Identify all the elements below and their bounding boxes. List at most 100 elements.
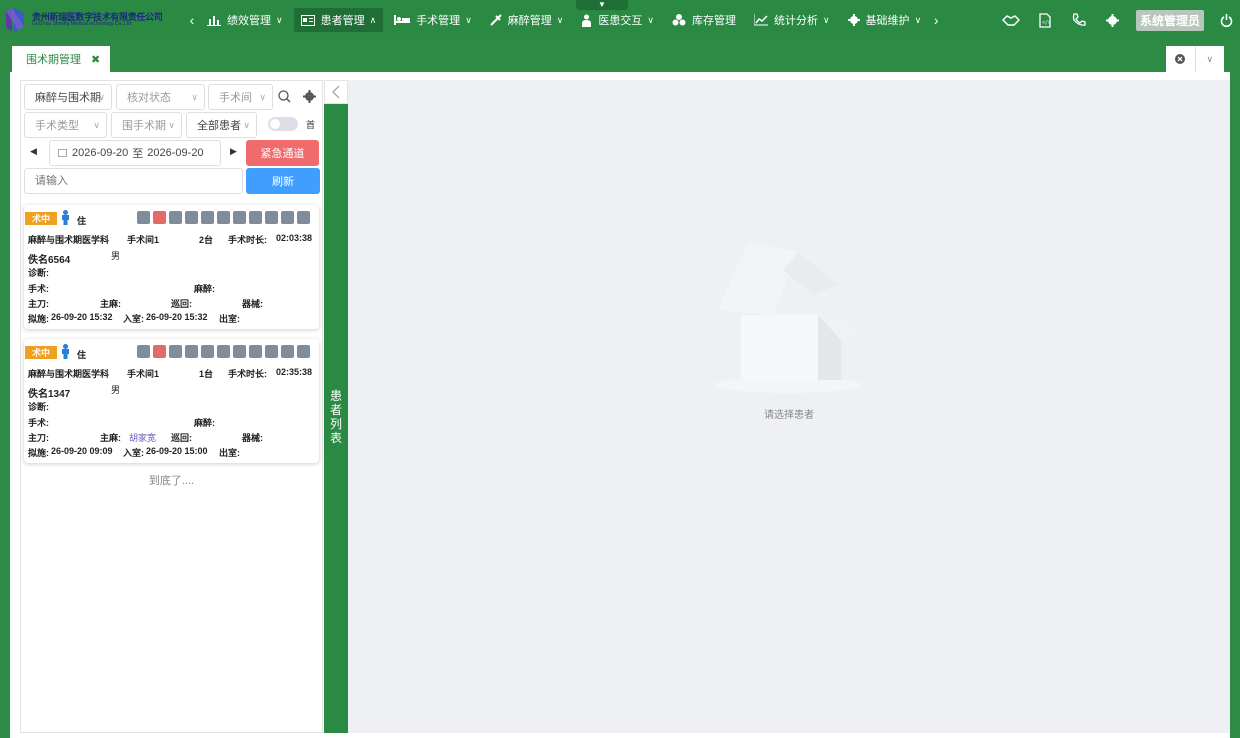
room-select[interactable]: 手术间 ∨: [208, 84, 273, 110]
chevron-down-icon: ∨: [276, 14, 283, 25]
nav-item-basic-maintenance[interactable]: 基础维护 ∨: [841, 8, 929, 32]
nav-item-patients[interactable]: 患者管理 ∧: [293, 8, 384, 32]
filter-settings-icon[interactable]: [303, 90, 316, 106]
scalpel-icon[interactable]: [249, 345, 262, 358]
patient-info-icon[interactable]: [137, 211, 150, 224]
power-icon[interactable]: [1212, 13, 1240, 27]
umbrella-icon[interactable]: [233, 345, 246, 358]
nav-item-surgery[interactable]: 手术管理 ∨: [387, 8, 479, 32]
patient-info-icon[interactable]: [137, 345, 150, 358]
radiation-icon[interactable]: [185, 211, 198, 224]
surgery-label: 手术:: [28, 284, 49, 294]
nav-item-label: 绩效管理: [227, 15, 271, 27]
chevron-down-icon: ∨: [259, 92, 266, 102]
chevron-down-icon: ∨: [243, 120, 250, 130]
in-room-time: 26-09-20 15:32: [146, 312, 208, 322]
chevron-down-icon: ∨: [465, 14, 472, 25]
scalpel-icon[interactable]: [249, 211, 262, 224]
id-card-icon: [300, 14, 315, 26]
empty-state-text: 请选择患者: [764, 410, 814, 421]
periop-select[interactable]: 围手术期 ∨: [111, 112, 182, 138]
timer-icon[interactable]: [217, 211, 230, 224]
anesthetist-name[interactable]: 胡家宽: [129, 431, 156, 444]
nav-item-performance[interactable]: 绩效管理 ∨: [200, 8, 290, 32]
dept-text: 麻醉与围术期医学科: [28, 369, 110, 379]
periop-placeholder: 围手术期: [122, 120, 166, 132]
status-icons: [137, 211, 313, 224]
nav-item-inventory[interactable]: 库存管理: [665, 8, 743, 32]
anesthesia-label: 麻醉:: [194, 418, 215, 428]
recovery-icon[interactable]: [297, 211, 310, 224]
transfer-icon[interactable]: [281, 345, 294, 358]
umbrella-icon[interactable]: [233, 211, 246, 224]
nav-scroll-left-icon[interactable]: ‹: [186, 12, 198, 28]
tabs-dropdown-icon[interactable]: ∨: [1194, 46, 1225, 72]
handshake-icon[interactable]: [994, 14, 1028, 26]
circulating-label: 巡回:: [171, 299, 192, 309]
alert-record-icon[interactable]: [153, 211, 166, 224]
instruments-icon[interactable]: [265, 345, 278, 358]
bed-status-icon[interactable]: [169, 345, 182, 358]
patient-card[interactable]: 术中 住 麻醉与围术期医学科 手术间1 1台 手术时长: 02:35:38 佚名…: [24, 339, 319, 463]
inpatient-label: 住: [77, 350, 87, 360]
patient-list-side-bar[interactable]: 患者列表: [324, 104, 348, 733]
all-patients-value: 全部患者: [197, 120, 241, 132]
recovery-icon[interactable]: [297, 345, 310, 358]
nav-item-anesthesia[interactable]: 麻醉管理 ∨: [483, 8, 571, 32]
first-case-toggle[interactable]: [268, 117, 298, 131]
nav-item-label: 手术管理: [416, 15, 461, 27]
emergency-button[interactable]: 紧急通道: [246, 140, 319, 166]
admin-user-label[interactable]: 系统管理员: [1135, 9, 1204, 31]
search-icon[interactable]: [278, 90, 291, 106]
op-type-placeholder: 手术类型: [35, 120, 79, 132]
document-code-icon[interactable]: </>: [1028, 12, 1062, 28]
tab-perioperative[interactable]: 围术期管理 ✖: [12, 46, 110, 72]
phone-icon[interactable]: [1062, 13, 1096, 27]
nav-item-doctor-patient[interactable]: 医患交互 ∨: [574, 8, 661, 32]
transfer-icon[interactable]: [281, 211, 294, 224]
diagnosis-label: 诊断:: [28, 268, 49, 278]
nav-scroll-right-icon[interactable]: ›: [930, 12, 942, 28]
chevron-down-icon: ∨: [191, 92, 198, 102]
timer-icon[interactable]: [217, 345, 230, 358]
bed-status-icon[interactable]: [169, 211, 182, 224]
collapse-left-icon[interactable]: [324, 80, 348, 104]
collapse-header-toggle[interactable]: ▼: [576, 0, 628, 10]
radiation-icon[interactable]: [185, 345, 198, 358]
close-all-tabs-icon[interactable]: [1166, 46, 1195, 72]
boxes-icon: [672, 14, 686, 26]
refresh-button[interactable]: 刷新: [246, 168, 320, 194]
instruments-icon[interactable]: [265, 211, 278, 224]
dept-select-value: 麻醉与围术期: [35, 92, 101, 104]
alert-record-icon[interactable]: [153, 345, 166, 358]
planned-label: 拟施:: [28, 448, 49, 458]
patient-name: 佚名1347: [28, 389, 71, 400]
nav-item-label: 统计分析: [773, 15, 818, 27]
vitals-icon[interactable]: [201, 211, 214, 224]
all-patients-select[interactable]: 全部患者 ∨: [186, 112, 257, 138]
gear-icon: [847, 14, 860, 26]
patient-list-toggle[interactable]: 患者列表: [324, 80, 348, 733]
next-date-icon[interactable]: ▶: [230, 146, 237, 157]
vitals-icon[interactable]: [201, 345, 214, 358]
chevron-down-icon: ∨: [98, 92, 105, 102]
date-range-picker[interactable]: 2026-09-20 至 2026-09-20: [49, 140, 221, 166]
surgeon-label: 主刀:: [28, 299, 49, 309]
search-input[interactable]: [24, 168, 243, 194]
prev-date-icon[interactable]: ◀: [30, 146, 37, 157]
chevron-up-icon: ∧: [369, 14, 377, 25]
dept-select[interactable]: 麻醉与围术期 ∨: [24, 84, 112, 110]
room-text: 手术间1: [127, 369, 160, 379]
chevron-down-icon: ∨: [556, 14, 564, 25]
nav-item-statistics[interactable]: 统计分析 ∨: [747, 8, 837, 32]
patient-detail-area: 请选择患者: [348, 80, 1230, 733]
instrument-label: 器械:: [242, 433, 263, 443]
patient-name: 佚名6564: [28, 255, 71, 266]
settings-icon[interactable]: [1096, 13, 1130, 27]
op-type-select[interactable]: 手术类型 ∨: [24, 112, 107, 138]
empty-box-illustration: [713, 240, 863, 398]
close-tab-icon[interactable]: ✖: [91, 53, 100, 66]
check-status-select[interactable]: 核对状态 ∨: [116, 84, 205, 110]
patient-list-panel: 麻醉与围术期 ∨ 核对状态 ∨ 手术间 ∨ 手术类型 ∨ 围手术期 ∨ 全部患者 ∨ 首 ◀…: [20, 80, 323, 733]
patient-card[interactable]: 术中 住 麻醉与围术期医学科 手术间1 2台 手术时长: 02:03:38 佚名…: [24, 205, 319, 329]
